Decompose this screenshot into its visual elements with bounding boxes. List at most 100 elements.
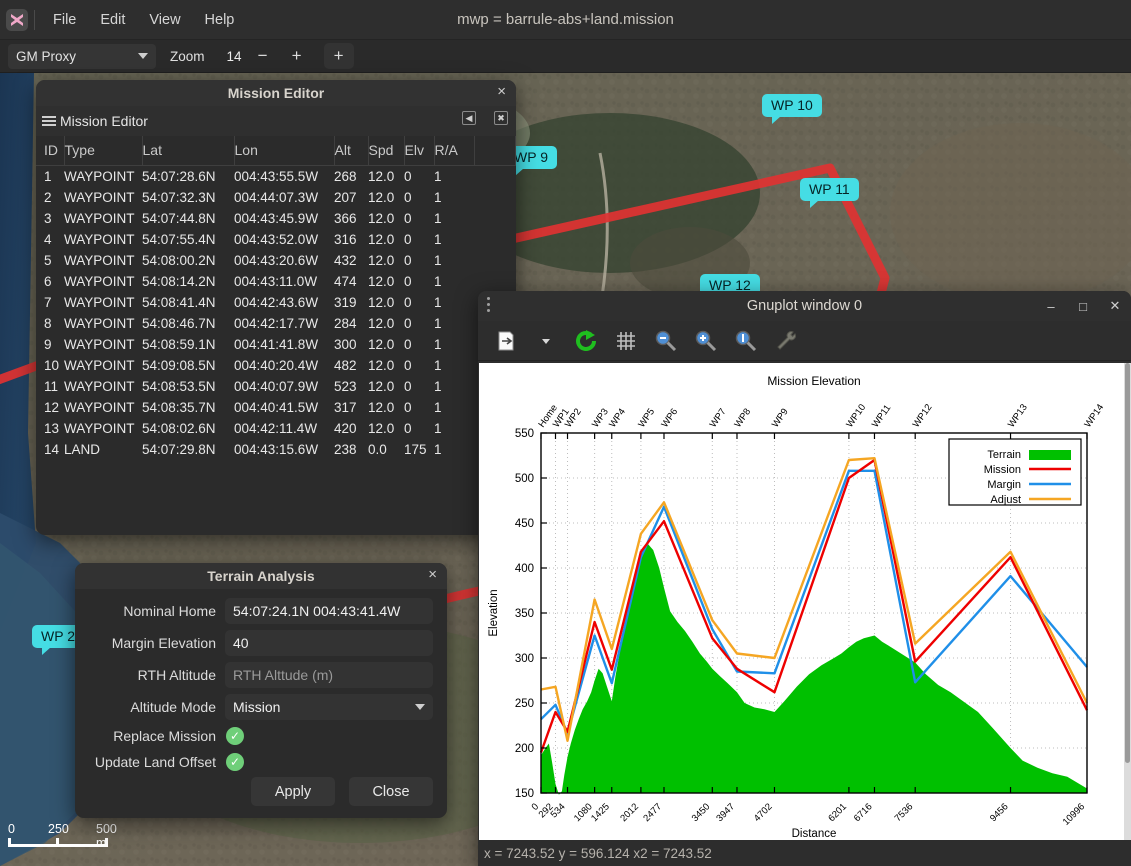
table-row[interactable]: 9 WAYPOINT 54:08:59.1N 004:41:41.8W 300 12.0 0… — [36, 334, 516, 355]
minimize-icon[interactable]: – — [1043, 299, 1059, 314]
cell-lat: 54:08:41.4N — [142, 295, 216, 310]
col-type[interactable]: Type — [64, 136, 143, 166]
map-waypoint-tag[interactable]: WP 11 — [800, 178, 859, 208]
zoom-in-button[interactable]: + — [284, 44, 310, 68]
cell-lon: 004:43:55.5W — [234, 169, 319, 184]
table-row[interactable]: 6 WAYPOINT 54:08:14.2N 004:43:11.0W 474 12.0 0… — [36, 271, 516, 292]
menu-bar[interactable]: File Edit View Help — [41, 7, 246, 33]
close-icon[interactable]: × — [428, 566, 437, 583]
mission-editor-title-bar: Mission Editor × — [36, 80, 516, 106]
menu-view[interactable]: View — [137, 7, 192, 33]
close-icon[interactable]: ✕ — [1107, 298, 1123, 314]
table-row[interactable]: 8 WAYPOINT 54:08:46.7N 004:42:17.7W 284 12.0 0… — [36, 313, 516, 334]
table-row[interactable]: 2 WAYPOINT 54:07:32.3N 004:44:07.3W 207 12.0 0… — [36, 187, 516, 208]
cell-lon: 004:42:17.7W — [234, 316, 319, 331]
table-row[interactable]: 4 WAYPOINT 54:07:55.4N 004:43:52.0W 316 12.0 0… — [36, 229, 516, 250]
col-ra[interactable]: R/A — [434, 136, 475, 166]
cell-ra: 1 — [434, 211, 442, 226]
dropdown-caret-icon[interactable] — [532, 327, 560, 355]
table-row[interactable]: 14 LAND 54:07:29.8N 004:43:15.6W 238 0.0 175 1 — [36, 439, 516, 460]
altitude-mode-row: Altitude Mode Mission — [89, 691, 433, 723]
grid-toggle-icon[interactable] — [612, 327, 640, 355]
nominal-home-field[interactable]: 54:07:24.1N 004:43:41.4W — [225, 598, 433, 624]
margin-elevation-field[interactable]: 40 — [225, 630, 433, 656]
collapse-left-icon[interactable]: ◀ — [462, 111, 476, 125]
col-lat[interactable]: Lat — [142, 136, 235, 166]
margin-elevation-row: Margin Elevation 40 — [89, 627, 433, 659]
svg-text:Margin: Margin — [987, 479, 1021, 491]
export-document-icon[interactable] — [492, 327, 520, 355]
mission-editor-panel-title: Mission Editor — [60, 113, 148, 129]
cell-spacer — [474, 166, 516, 188]
cell-spd: 12.0 — [368, 379, 395, 394]
menu-divider — [34, 9, 35, 30]
table-row[interactable]: 7 WAYPOINT 54:08:41.4N 004:42:43.6W 319 12.0 0… — [36, 292, 516, 313]
cell-id: 8 — [44, 316, 52, 331]
apply-button[interactable]: Apply — [251, 777, 335, 806]
table-row[interactable]: 3 WAYPOINT 54:07:44.8N 004:43:45.9W 366 12.0 0… — [36, 208, 516, 229]
grip-dots-icon[interactable] — [487, 297, 490, 312]
add-item-button[interactable]: + — [323, 43, 354, 69]
plot-scrollbar[interactable] — [1124, 363, 1131, 850]
cell-lat: 54:08:59.1N — [142, 337, 216, 352]
svg-text:500: 500 — [515, 473, 534, 485]
cell-type: WAYPOINT — [64, 379, 135, 394]
table-row[interactable]: 1 WAYPOINT 54:07:28.6N 004:43:55.5W 268 12.0 0… — [36, 166, 516, 188]
col-alt[interactable]: Alt — [334, 136, 369, 166]
cell-spd: 12.0 — [368, 190, 395, 205]
cell-ra: 1 — [434, 253, 442, 268]
altitude-mode-select[interactable]: Mission — [225, 694, 433, 720]
gnuplot-window[interactable]: Gnuplot window 0 – □ ✕ Mission Elevation… — [478, 291, 1131, 866]
col-lon[interactable]: Lon — [234, 136, 335, 166]
menu-edit[interactable]: Edit — [88, 7, 137, 33]
cell-elv: 0 — [404, 421, 412, 436]
map-waypoint-tag[interactable]: WP 10 — [762, 94, 822, 124]
terrain-analysis-dialog[interactable]: Terrain Analysis × Nominal Home 54:07:24… — [75, 563, 447, 818]
cell-type: WAYPOINT — [64, 190, 135, 205]
scale-label-zero: 0 — [8, 822, 15, 836]
hamburger-icon[interactable] — [42, 116, 56, 126]
cell-lat: 54:09:08.5N — [142, 358, 216, 373]
zoom-value: 14 — [226, 48, 242, 64]
rth-altitude-field[interactable]: RTH Alttude (m) — [225, 662, 433, 688]
col-id[interactable]: ID — [36, 136, 65, 166]
table-row[interactable]: 5 WAYPOINT 54:08:00.2N 004:43:20.6W 432 12.0 0… — [36, 250, 516, 271]
cell-id: 7 — [44, 295, 52, 310]
close-button[interactable]: Close — [349, 777, 433, 806]
cell-lat: 54:07:28.6N — [142, 169, 216, 184]
zoom-out-icon[interactable] — [652, 327, 680, 355]
table-row[interactable]: 11 WAYPOINT 54:08:53.5N 004:40:07.9W 523 12.0… — [36, 376, 516, 397]
settings-wrench-icon[interactable] — [772, 327, 800, 355]
mission-table-body[interactable]: 1 WAYPOINT 54:07:28.6N 004:43:55.5W 268 12.0 0… — [36, 166, 516, 461]
zoom-in-icon[interactable] — [692, 327, 720, 355]
cell-lat: 54:08:14.2N — [142, 274, 216, 289]
close-icon[interactable]: × — [497, 83, 506, 100]
replace-mission-checkbox[interactable]: ✓ — [226, 727, 244, 745]
maximize-icon[interactable]: □ — [1075, 299, 1091, 314]
svg-text:Terrain: Terrain — [987, 449, 1021, 461]
mission-table[interactable]: ID Type Lat Lon Alt Spd Elv R/A 1 WAYPOIN… — [36, 136, 516, 460]
detach-icon[interactable]: ✖ — [494, 111, 508, 125]
col-spd[interactable]: Spd — [368, 136, 405, 166]
table-row[interactable]: 13 WAYPOINT 54:08:02.6N 004:42:11.4W 420 12.0… — [36, 418, 516, 439]
zoom-out-button[interactable]: − — [250, 44, 276, 68]
update-land-offset-checkbox[interactable]: ✓ — [226, 753, 244, 771]
mission-editor-window[interactable]: Mission Editor × Mission Editor ◀ ✖ ID T… — [36, 80, 516, 535]
replot-refresh-icon[interactable] — [572, 327, 600, 355]
table-row[interactable]: 12 WAYPOINT 54:08:35.7N 004:40:41.5W 317 12.0… — [36, 397, 516, 418]
menu-help[interactable]: Help — [193, 7, 247, 33]
cell-ra: 1 — [434, 421, 442, 436]
cursor-coordinates: x = 7243.52 y = 596.124 x2 = 7243.52 — [484, 845, 712, 861]
cell-elv: 0 — [404, 274, 412, 289]
menu-file[interactable]: File — [41, 7, 88, 33]
cell-type: WAYPOINT — [64, 421, 135, 436]
table-row[interactable]: 10 WAYPOINT 54:09:08.5N 004:40:20.4W 482 12.0… — [36, 355, 516, 376]
zoom-reset-icon[interactable] — [732, 327, 760, 355]
col-elv[interactable]: Elv — [404, 136, 435, 166]
gnuplot-plot-canvas[interactable]: Mission Elevation 150 200 250 300 350 400 450 50… — [479, 363, 1124, 850]
cell-lat: 54:07:55.4N — [142, 232, 216, 247]
cell-spacer — [474, 187, 516, 208]
map-source-select[interactable]: GM Proxy — [8, 43, 156, 69]
cell-elv: 0 — [404, 379, 412, 394]
cell-spacer — [474, 208, 516, 229]
